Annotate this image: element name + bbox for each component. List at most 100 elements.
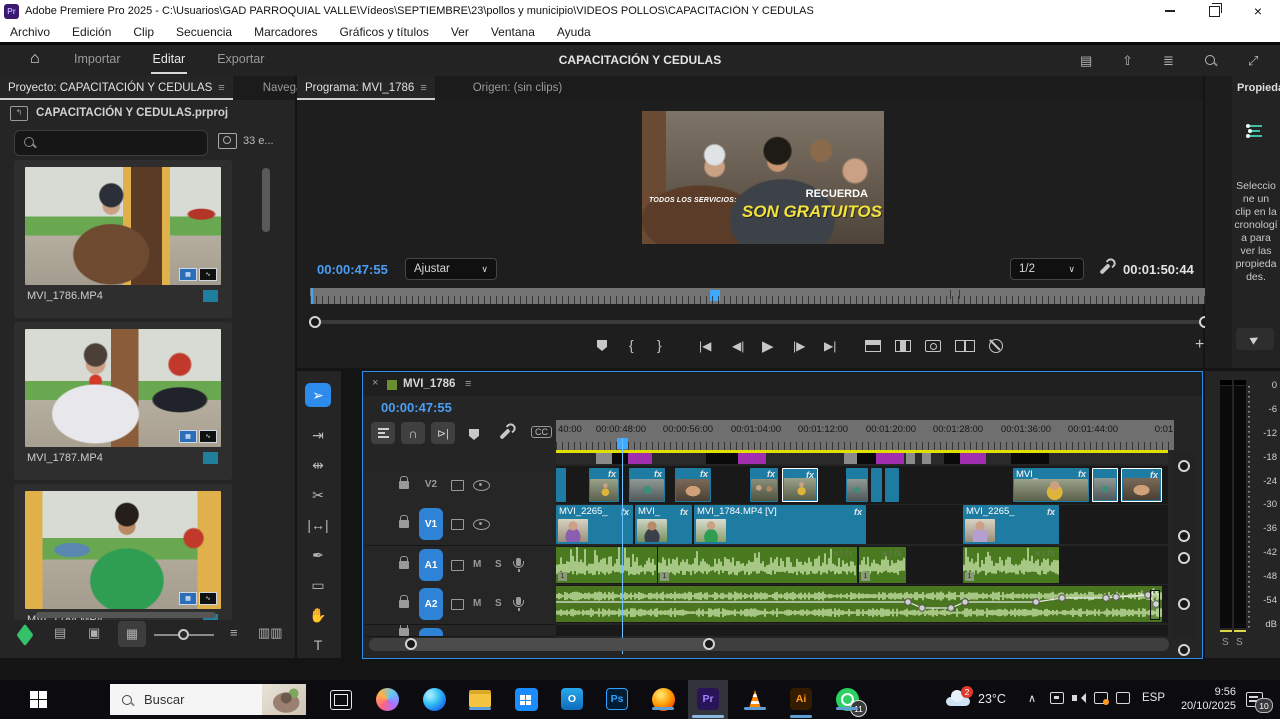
slip-tool[interactable]: |↔| [305,513,331,537]
scrollbar-handle-left[interactable] [405,638,417,650]
timeline-ruler[interactable]: 40:0000:00:48:0000:00:56:0000:01:04:0000… [556,420,1174,450]
play-icon[interactable]: ▶ [762,337,774,355]
whatsapp-icon[interactable]: 11 [836,688,859,711]
nest-sequence-icon[interactable] [371,422,395,444]
step-back-icon[interactable]: ◀| [732,339,744,353]
track-header-a3-partial[interactable] [365,625,555,637]
menu-edici-n[interactable]: Edición [72,25,111,39]
razor-tool[interactable]: ✂ [305,483,331,507]
timeline-clip[interactable] [556,468,566,502]
zoom-slider-handle[interactable] [178,629,189,640]
program-video-frame[interactable]: TODOS LOS SERVICIOS: RECUERDA SON GRATUI… [642,111,884,244]
solo-left[interactable]: S [1222,637,1229,648]
tab-source[interactable]: Origen: (sin clips) [465,76,570,100]
selection-tool[interactable]: ➢ [305,383,331,407]
track-scroll-dot[interactable] [1178,552,1190,564]
track-select-tool[interactable]: ⇥ [305,423,331,447]
track-header-v2[interactable]: V2 [365,466,555,506]
clip-thumbnail[interactable]: ▦∿ [25,329,221,447]
project-vertical-scrollbar[interactable] [262,168,270,232]
add-marker-icon[interactable] [597,338,607,356]
timeline-clip[interactable]: fx [1121,468,1162,502]
illustrator-icon[interactable]: Ai [790,688,812,710]
timeline-clip[interactable]: fx [589,468,619,502]
pen-tool[interactable]: ✒ [305,543,331,567]
tray-expand-icon[interactable]: ∧ [1028,692,1036,705]
timeline-clip[interactable] [871,468,882,502]
columns-icon[interactable]: ▥▥ [258,625,283,641]
timeline-clip[interactable]: fx [675,468,711,502]
go-to-out-icon[interactable]: ▶| [824,339,836,353]
mute-button[interactable]: M [473,598,481,609]
menu-archivo[interactable]: Archivo [10,25,50,39]
music-clip[interactable]: ♪fx [556,586,1162,622]
pencil-icon[interactable] [16,624,33,647]
hand-tool[interactable]: ✋ [305,603,331,627]
search-input[interactable] [14,130,208,156]
timeline-clip[interactable]: MVI_2265_fx [963,505,1059,544]
track-header-v1[interactable]: V1 [365,505,555,546]
tray-speaker-icon[interactable] [1072,692,1086,704]
clip-thumbnail[interactable]: ▦∿ [25,491,221,609]
copilot-icon[interactable] [376,688,399,711]
project-clip-card[interactable]: ▦∿MVI_1786.MP4 [14,160,232,318]
firefox-icon[interactable] [652,688,675,711]
clock[interactable]: 9:56 20/10/2025 [1174,685,1236,713]
menu-secuencia[interactable]: Secuencia [176,25,232,39]
step-forward-icon[interactable]: |▶ [793,339,805,353]
icon-view-button[interactable]: ▦ [118,621,146,647]
go-to-in-icon[interactable]: |◀ [699,339,711,353]
close-button[interactable]: × [1236,0,1280,22]
project-horizontal-scrollbar[interactable] [36,612,216,618]
menu-marcadores[interactable]: Marcadores [254,25,317,39]
track-a1[interactable]: 11◄) fx1◄) fx1◄) fx [556,546,1168,584]
track-target-v1[interactable]: V1 [419,508,443,540]
track-v2[interactable]: fxfxfxfxfxMVI_fxfx [556,466,1168,504]
track-header-a1[interactable]: A1MS [365,546,555,586]
program-timecode[interactable]: 00:00:47:55 [317,262,388,277]
menu-gr-ficos-y-t-tulos[interactable]: Gráficos y títulos [339,25,428,39]
export-frame-icon[interactable] [925,340,941,352]
workspace-tab-importar[interactable]: Importar [72,46,123,72]
program-ruler[interactable] [310,288,1215,304]
tab-program[interactable]: Programa: MVI_1786≡ [297,76,435,100]
timeline-clip[interactable] [846,468,868,502]
tab-project[interactable]: Proyecto: CAPACITACIÓN Y CEDULAS≡ [0,76,233,100]
breadcrumb[interactable]: CAPACITACIÓN Y CEDULAS.prproj [36,107,228,119]
workspace-menu-icon[interactable]: ≣ [1163,53,1174,69]
track-scroll-dot[interactable] [1178,644,1190,656]
panel-menu-icon[interactable]: ≡ [465,378,471,390]
timeline-clip[interactable]: fx [782,468,818,502]
outlook-icon[interactable]: O [561,688,583,710]
menu-ventana[interactable]: Ventana [491,25,535,39]
fit-dropdown[interactable]: Ajustar∨ [405,258,497,280]
zoom-search-icon[interactable] [1205,52,1215,70]
restore-button[interactable] [1192,0,1236,22]
store-icon[interactable] [515,688,538,711]
task-view-icon[interactable] [330,690,352,710]
timeline-tab[interactable]: MVI_1786 [403,378,455,390]
audio-clip[interactable]: 1◄) fx [658,547,857,583]
project-clip-card[interactable]: ▦∿MVI_1787.MP4 [14,322,232,480]
lift-icon[interactable] [865,340,881,352]
tray-snip-icon[interactable] [1094,692,1108,704]
solo-right[interactable]: S [1236,637,1243,648]
notification-icon[interactable]: 10 [1246,692,1263,707]
solo-button[interactable]: S [495,559,502,570]
workspace-tab-exportar[interactable]: Exportar [215,46,266,72]
add-button-icon[interactable]: + [1195,336,1204,354]
rectangle-tool[interactable]: ▭ [305,573,331,597]
language-indicator[interactable]: ESP [1142,692,1165,704]
minimize-button[interactable] [1148,0,1192,22]
menu-ayuda[interactable]: Ayuda [557,25,591,39]
workspace-tab-editar[interactable]: Editar [151,46,188,74]
workspace-panel-icon[interactable]: ▤ [1080,53,1092,69]
menu-clip[interactable]: Clip [133,25,154,39]
menu-ver[interactable]: Ver [451,25,469,39]
taskbar-search[interactable]: Buscar [110,684,306,715]
premiere-icon[interactable]: Pr [697,688,719,710]
project-clip-card[interactable]: ▦∿MVI_1784.MP4 [14,484,232,620]
timeline-marker-icon[interactable] [469,427,479,445]
sort-icon[interactable]: ≡ [230,625,238,640]
timeline-wrench-icon[interactable] [503,427,507,445]
